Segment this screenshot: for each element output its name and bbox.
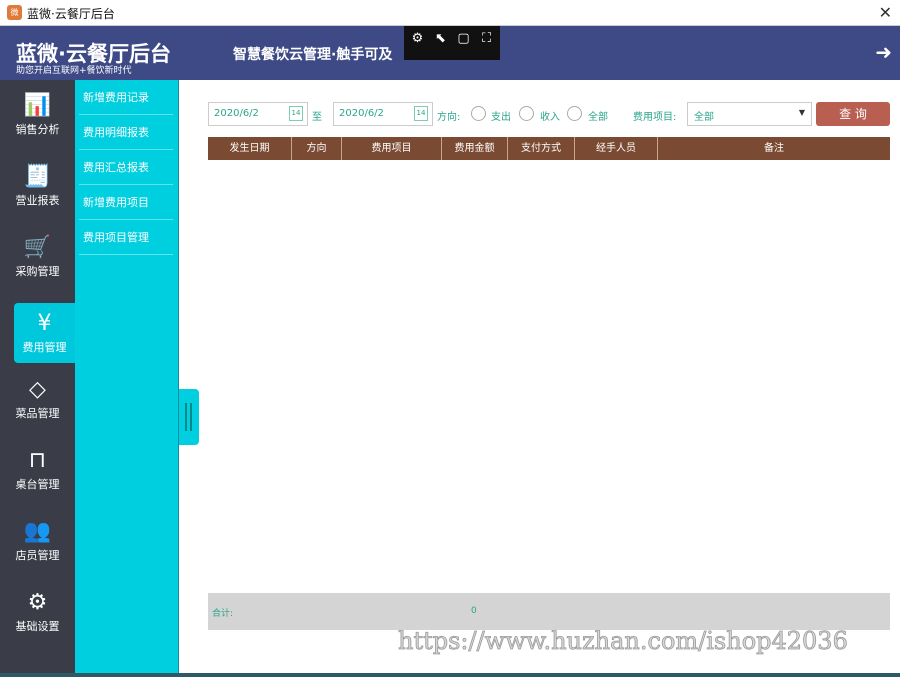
column-header[interactable]: 经手人员 bbox=[575, 137, 658, 160]
watermark: https://www.huzhan.com/ishop42036 bbox=[398, 627, 849, 656]
nav-item-tables[interactable]: ⊓ 桌台管理 bbox=[0, 440, 75, 500]
total-value: 0 bbox=[471, 606, 477, 616]
report-icon: 🧾 bbox=[23, 164, 52, 189]
ticket-icon: ¥ bbox=[37, 311, 52, 336]
start-date-input[interactable]: 2020/6/2 14 bbox=[208, 102, 308, 126]
nav-item-label: 桌台管理 bbox=[15, 478, 60, 491]
pointer-icon[interactable]: ⬉ bbox=[433, 31, 448, 55]
chevron-down-icon: ▼ bbox=[798, 108, 805, 117]
submenu-item-add-item[interactable]: 新增费用项目 bbox=[79, 185, 173, 220]
main-nav: 📊 销售分析 🧾 营业报表 🛒 采购管理 ¥ 费用管理 ◇ 菜品管理 ⊓ 桌台管理 👥 店员管理 ⚙ 基础设置 bbox=[0, 80, 75, 677]
cart-icon: 🛒 bbox=[23, 235, 52, 260]
total-bar: 合计: 0 bbox=[208, 593, 890, 630]
nav-item-label: 费用管理 bbox=[22, 341, 67, 354]
nav-item-label: 店员管理 bbox=[15, 549, 60, 562]
nav-item-business-report[interactable]: 🧾 营业报表 bbox=[0, 156, 75, 216]
filter-bar: 2020/6/2 14 至 2020/6/2 14 方向: 支出 收入 全部 费用项… bbox=[208, 102, 890, 126]
calendar-icon[interactable]: 14 bbox=[414, 106, 428, 121]
nav-item-label: 菜品管理 bbox=[15, 407, 60, 420]
nav-item-sales[interactable]: 📊 销售分析 bbox=[0, 85, 75, 145]
radio-expense[interactable] bbox=[471, 106, 486, 121]
fullscreen-icon[interactable]: ▢ bbox=[456, 31, 471, 55]
slogan: 智慧餐饮云管理·触手可及 bbox=[233, 47, 393, 63]
chart-icon: 📊 bbox=[23, 93, 52, 118]
radio-income-label: 收入 bbox=[540, 112, 560, 123]
bottom-border bbox=[0, 673, 900, 677]
column-header[interactable]: 费用项目 bbox=[342, 137, 442, 160]
gear-icon: ⚙ bbox=[27, 590, 48, 615]
start-date-value: 2020/6/2 bbox=[214, 108, 259, 119]
floating-toolbar: ⚙ ⬉ ▢ ⛶ bbox=[404, 26, 500, 60]
radio-income[interactable] bbox=[519, 106, 534, 121]
users-icon: 👥 bbox=[23, 519, 52, 544]
submenu-item-add-record[interactable]: 新增费用记录 bbox=[79, 80, 173, 115]
brand-subtitle: 助您开启互联网+餐饮新时代 bbox=[16, 66, 132, 76]
column-header[interactable]: 费用金额 bbox=[442, 137, 508, 160]
nav-item-label: 基础设置 bbox=[15, 620, 60, 633]
query-button[interactable]: 查 询 bbox=[816, 102, 890, 126]
submenu: 新增费用记录 费用明细报表 费用汇总报表 新增费用项目 费用项目管理 bbox=[75, 80, 179, 677]
settings-icon[interactable]: ⚙ bbox=[410, 31, 425, 55]
nav-item-label: 营业报表 bbox=[15, 194, 60, 207]
exit-icon[interactable]: ➜ bbox=[875, 40, 892, 64]
radio-expense-label: 支出 bbox=[491, 112, 511, 123]
close-button[interactable]: ✕ bbox=[879, 3, 892, 22]
item-select[interactable]: 全部 ▼ bbox=[687, 102, 812, 126]
dishes-icon: ◇ bbox=[29, 377, 46, 402]
column-header[interactable]: 方向 bbox=[292, 137, 342, 160]
radio-all-label: 全部 bbox=[588, 112, 608, 123]
region-select-icon[interactable]: ⛶ bbox=[479, 31, 494, 55]
table-icon: ⊓ bbox=[28, 448, 47, 473]
title-bar: 微 蓝微·云餐厅后台 ✕ bbox=[0, 0, 900, 26]
nav-item-staff[interactable]: 👥 店员管理 bbox=[0, 511, 75, 571]
submenu-item-summary-report[interactable]: 费用汇总报表 bbox=[79, 150, 173, 185]
nav-item-expense[interactable]: ¥ 费用管理 bbox=[14, 303, 75, 363]
window-title: 蓝微·云餐厅后台 bbox=[27, 7, 115, 21]
nav-item-settings[interactable]: ⚙ 基础设置 bbox=[0, 582, 75, 642]
item-select-value: 全部 bbox=[694, 112, 714, 123]
calendar-icon[interactable]: 14 bbox=[289, 106, 303, 121]
end-date-input[interactable]: 2020/6/2 14 bbox=[333, 102, 433, 126]
submenu-item-item-manage[interactable]: 费用项目管理 bbox=[79, 220, 173, 255]
app-logo: 微 bbox=[7, 5, 22, 20]
collapse-handle[interactable] bbox=[179, 389, 199, 445]
total-label: 合计: bbox=[212, 609, 234, 619]
submenu-item-detail-report[interactable]: 费用明细报表 bbox=[79, 115, 173, 150]
nav-item-label: 采购管理 bbox=[15, 265, 60, 278]
nav-item-dishes[interactable]: ◇ 菜品管理 bbox=[0, 369, 75, 429]
column-header[interactable]: 发生日期 bbox=[208, 137, 292, 160]
column-header[interactable]: 备注 bbox=[658, 137, 890, 160]
direction-label: 方向: bbox=[437, 112, 461, 123]
nav-item-purchase[interactable]: 🛒 采购管理 bbox=[0, 227, 75, 287]
end-date-value: 2020/6/2 bbox=[339, 108, 384, 119]
table-header: 发生日期 方向 费用项目 费用金额 支付方式 经手人员 备注 bbox=[208, 137, 890, 160]
column-header[interactable]: 支付方式 bbox=[508, 137, 575, 160]
radio-all[interactable] bbox=[567, 106, 582, 121]
header: 蓝微·云餐厅后台 助您开启互联网+餐饮新时代 智慧餐饮云管理·触手可及 ⚙ ⬉ … bbox=[0, 26, 900, 80]
nav-item-label: 销售分析 bbox=[15, 123, 60, 136]
to-label: 至 bbox=[312, 112, 322, 123]
item-label: 费用项目: bbox=[633, 112, 677, 123]
